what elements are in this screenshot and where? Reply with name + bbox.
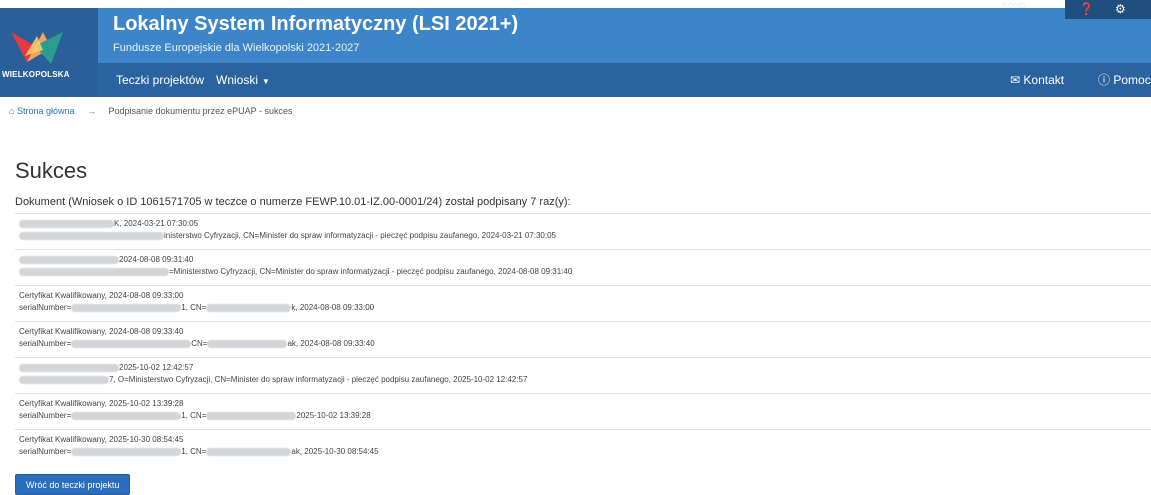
app-header: WIELKOPOLSKA Lokalny System Informatyczn… bbox=[0, 0, 1151, 97]
signature-line-2: serialNumber= 1, CN= ak, 2025-10-30 08:54:… bbox=[19, 447, 379, 456]
breadcrumb-home-label: Strona główna bbox=[16, 106, 75, 116]
caret-down-icon: ▼ bbox=[262, 77, 270, 86]
redacted-text bbox=[207, 339, 288, 348]
signature-list: K, 2024-03-21 07:30:05 inisterstwo Cyfry… bbox=[15, 213, 1151, 465]
redacted-text bbox=[19, 375, 109, 384]
signature-line-1: Certyfikat Kwalifikowany, 2025-10-02 13:… bbox=[19, 399, 184, 408]
signature-item: Certyfikat Kwalifikowany, 2025-10-30 08:… bbox=[15, 429, 1151, 465]
wielkopolska-logo-icon bbox=[11, 32, 63, 64]
nav-kontakt-label: Kontakt bbox=[1023, 73, 1065, 87]
signature-item: 2024-08-08 09:31:40 =Ministerstwo Cyfryz… bbox=[15, 249, 1151, 285]
redacted-text bbox=[19, 219, 114, 228]
redacted-text bbox=[71, 303, 182, 312]
signature-item: 2025-10-02 12:42:57 7, O=Ministerstwo Cy… bbox=[15, 357, 1151, 393]
signature-line-2: =Ministerstwo Cyfryzacji, CN=Minister do… bbox=[19, 266, 1151, 278]
redacted-text bbox=[71, 447, 182, 456]
logo[interactable]: WIELKOPOLSKA bbox=[0, 8, 98, 97]
breadcrumb-separator: → bbox=[87, 106, 97, 116]
signature-line-2: inisterstwo Cyfryzacji, CN=Minister do s… bbox=[19, 230, 1151, 242]
signature-line-1: Certyfikat Kwalifikowany, 2024-08-08 09:… bbox=[19, 327, 184, 336]
help-icon[interactable]: ❓ bbox=[1079, 2, 1094, 16]
top-strip bbox=[0, 0, 1151, 8]
signature-item: Certyfikat Kwalifikowany, 2024-08-08 09:… bbox=[15, 285, 1151, 321]
app-subtitle: Fundusze Europejskie dla Wielkopolski 20… bbox=[113, 42, 360, 54]
signature-line-1: Certyfikat Kwalifikowany, 2024-08-08 09:… bbox=[19, 291, 184, 300]
signature-line-2: serialNumber= CN= ak, 2024-08-08 09:33:40 bbox=[19, 339, 375, 348]
document-info: Dokument (Wniosek o ID 1061571705 w tecz… bbox=[15, 196, 571, 208]
signature-line-2: serialNumber= 1, CN= k, 2024-08-08 09:33:0… bbox=[19, 303, 375, 312]
info-icon: ⓘ bbox=[1098, 73, 1111, 87]
redacted-text bbox=[19, 363, 119, 372]
redacted-text bbox=[19, 231, 164, 240]
redacted-text bbox=[206, 447, 292, 456]
home-icon: ⌂ bbox=[9, 106, 15, 116]
nav-teczki-projektow[interactable]: Teczki projektów bbox=[116, 63, 204, 97]
breadcrumb-current: Podpisanie dokumentu przez ePUAP - sukce… bbox=[108, 106, 293, 116]
settings-icon[interactable]: ⚙ bbox=[1115, 2, 1126, 16]
signature-line-1: Certyfikat Kwalifikowany, 2025-10-30 08:… bbox=[19, 435, 184, 444]
nav-pomoc-label: Pomoc bbox=[1113, 73, 1151, 87]
redacted-text bbox=[71, 411, 182, 420]
logo-text: WIELKOPOLSKA bbox=[2, 70, 70, 79]
breadcrumb-home[interactable]: ⌂ Strona główna bbox=[9, 106, 75, 116]
redacted-text bbox=[206, 303, 292, 312]
mail-icon: ✉ bbox=[1010, 73, 1021, 87]
main-navbar: Teczki projektów Wnioski ▼ ✉ Kontakt ⓘ Po… bbox=[98, 63, 1151, 97]
app-title: Lokalny System Informatyczny (LSI 2021+) bbox=[113, 13, 519, 35]
signature-item: Certyfikat Kwalifikowany, 2024-08-08 09:… bbox=[15, 321, 1151, 357]
nav-pomoc[interactable]: ⓘ Pomoc bbox=[1098, 63, 1151, 97]
signature-line-2: 7, O=Ministerstwo Cyfryzacji, CN=Ministe… bbox=[19, 374, 1151, 386]
nav-kontakt[interactable]: ✉ Kontakt bbox=[1010, 63, 1064, 97]
account-link[interactable]: Konto bbox=[1002, 0, 1026, 10]
signature-line-1: 2024-08-08 09:31:40 bbox=[19, 254, 1151, 266]
nav-teczki-label: Teczki projektów bbox=[116, 73, 205, 87]
signature-line-2: serialNumber= 1, CN= 2025-10-02 13:39:28 bbox=[19, 411, 371, 420]
redacted-text bbox=[19, 255, 119, 264]
breadcrumb: ⌂ Strona główna → Podpisanie dokumentu p… bbox=[9, 106, 292, 116]
signature-item: K, 2024-03-21 07:30:05 inisterstwo Cyfry… bbox=[15, 213, 1151, 249]
nav-wnioski-label: Wnioski bbox=[216, 73, 259, 87]
redacted-text bbox=[71, 339, 192, 348]
back-to-folder-button[interactable]: Wróć do teczki projektu bbox=[15, 474, 131, 495]
nav-wnioski-dropdown[interactable]: Wnioski ▼ bbox=[216, 63, 270, 97]
signature-line-1: 2025-10-02 12:42:57 bbox=[19, 362, 1151, 374]
signature-line-1: K, 2024-03-21 07:30:05 bbox=[19, 218, 1151, 230]
redacted-text bbox=[206, 411, 297, 420]
page-title: Sukces bbox=[15, 158, 88, 183]
redacted-text bbox=[19, 267, 169, 276]
top-utility-bar: ❓ ⚙ bbox=[1065, 0, 1151, 19]
signature-item: Certyfikat Kwalifikowany, 2025-10-02 13:… bbox=[15, 393, 1151, 429]
